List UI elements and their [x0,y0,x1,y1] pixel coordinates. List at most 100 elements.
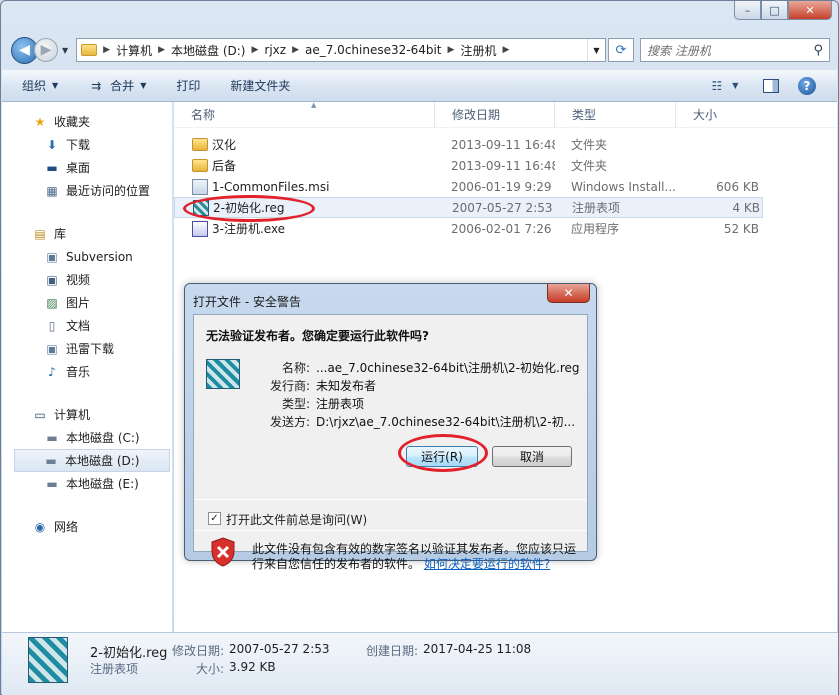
chevron-right-icon[interactable]: ▶ [448,45,455,55]
minimize-button[interactable]: – [734,1,761,20]
details-pane: 2-初始化.reg 注册表项 修改日期: 2007-05-27 2:53 大小:… [2,632,838,695]
file-name: 1-CommonFiles.msi [212,179,330,194]
library-folder-icon: ▣ [46,249,58,264]
sidebar-item-drive-c[interactable]: ▬ 本地磁盘 (C:) [2,426,172,449]
maximize-button[interactable]: □ [761,1,788,20]
details-created-value: 2017-04-25 11:08 [423,642,532,656]
dialog-body: 无法验证发布者。您确定要运行此软件吗? 名称: ...ae_7.0chinese… [193,314,588,571]
file-row-exe[interactable]: 3-注册机.exe 2006-02-01 7:26 应用程序 52 KB [174,218,837,239]
preview-pane-button[interactable] [757,75,785,97]
sidebar-item-computer[interactable]: ▭ 计算机 [2,403,172,426]
print-label: 打印 [176,79,201,93]
prop-name-value: ...ae_7.0chinese32-64bit\注册机\2-初始化.reg [316,361,580,375]
print-button[interactable]: 打印 [176,77,200,94]
caret-down-icon: ▼ [732,81,739,90]
breadcrumb-computer[interactable]: 计算机 [116,42,152,59]
organize-button[interactable]: 组织 ▼ [22,77,58,94]
sidebar-item-network[interactable]: ◉ 网络 [2,515,172,538]
sidebar-label: 音乐 [66,365,91,379]
sidebar-item-recent-places[interactable]: ▦ 最近访问的位置 [2,179,172,202]
column-name[interactable]: 名称 [174,101,435,128]
view-options-button[interactable]: ☷ ▼ [711,75,739,97]
sidebar-label: 图片 [66,296,91,310]
file-date: 2013-09-11 16:48 [451,137,555,152]
sidebar-item-drive-e[interactable]: ▬ 本地磁盘 (E:) [2,472,172,495]
annotation-ring-file [183,195,315,222]
forward-button[interactable]: ▶ [34,38,58,62]
dialog-title: 打开文件 - 安全警告 [193,295,301,309]
how-to-decide-link[interactable]: 如何决定要运行的软件? [424,557,550,571]
file-type: 注册表项 [572,201,621,215]
file-row-msi[interactable]: 1-CommonFiles.msi 2006-01-19 9:29 Window… [174,176,837,197]
star-icon: ★ [34,114,46,129]
file-size: 606 KB [716,179,759,194]
sidebar-label: 桌面 [66,161,91,175]
breadcrumb-rjxz[interactable]: rjxz [264,43,286,57]
sidebar-label: 视频 [66,273,91,287]
document-icon: ▯ [48,318,56,333]
dialog-separator [194,499,587,500]
security-warning-dialog: 打开文件 - 安全警告 ✕ 无法验证发布者。您确定要运行此软件吗? 名称: ..… [184,283,597,571]
sidebar-item-pictures[interactable]: ▨ 图片 [2,291,172,314]
chevron-right-icon[interactable]: ▶ [103,45,110,55]
organize-label: 组织 [22,79,47,93]
sidebar-item-documents[interactable]: ▯ 文档 [2,314,172,337]
help-button[interactable]: ? [793,75,821,97]
search-input[interactable]: 搜索 注册机 ⚲ [640,38,830,62]
sidebar-label: 最近访问的位置 [66,184,151,198]
installer-icon [192,178,208,195]
include-button[interactable]: ⇉ 合并 ▼ [88,77,146,94]
view-list-icon: ☷ [711,78,723,93]
breadcrumb-ae[interactable]: ae_7.0chinese32-64bit [305,43,442,57]
chevron-right-icon[interactable]: ▶ [158,45,165,55]
command-bar: 组织 ▼ ⇉ 合并 ▼ 打印 新建文件夹 ☷ ▼ ? [2,70,837,102]
chevron-right-icon[interactable]: ▶ [292,45,299,55]
search-placeholder: 搜索 注册机 [647,43,711,58]
file-row-backup[interactable]: 后备 2013-09-11 16:48 文件夹 [174,155,837,176]
column-date[interactable]: 修改日期 [435,101,555,128]
dialog-close-button[interactable]: ✕ [547,284,590,303]
music-icon: ♪ [48,364,56,379]
video-icon: ▣ [46,272,58,287]
address-dropdown-icon[interactable]: ▼ [587,39,605,61]
chevron-right-icon[interactable]: ▶ [251,45,258,55]
search-icon[interactable]: ⚲ [813,43,823,58]
chevron-right-icon[interactable]: ▶ [502,45,509,55]
new-folder-button[interactable]: 新建文件夹 [230,77,290,94]
refresh-button[interactable]: ⟳ [608,38,634,62]
sort-ascending-icon: ▲ [311,101,317,109]
recent-pages-dropdown-icon[interactable]: ▼ [62,46,68,55]
cancel-button[interactable]: 取消 [492,446,572,467]
drive-icon: ▬ [45,453,57,468]
details-filename: 2-初始化.reg [90,646,168,661]
sidebar-item-downloads[interactable]: ⬇ 下载 [2,133,172,156]
warning-text: 此文件没有包含有效的数字签名以验证其发布者。您应该只运行来自您信任的发布者的软件… [252,542,582,572]
file-size: 52 KB [723,221,759,236]
sidebar-label: 本地磁盘 (E:) [66,477,139,491]
breadcrumb-drive-d[interactable]: 本地磁盘 (D:) [171,42,245,59]
sidebar-item-thunder-downloads[interactable]: ▣ 迅雷下载 [2,337,172,360]
column-type[interactable]: 类型 [555,101,676,128]
sidebar-item-favorites[interactable]: ★ 收藏夹 [2,110,172,133]
column-size[interactable]: 大小 [676,102,756,128]
navigation-pane: ★ 收藏夹 ⬇ 下载 ▬ 桌面 ▦ 最近访问的位置 ▤ 库 ▣ Subversi… [2,102,173,632]
file-name: 汉化 [212,138,237,152]
file-type: 文件夹 [571,159,608,173]
file-name: 3-注册机.exe [212,222,286,236]
sidebar-item-libraries[interactable]: ▤ 库 [2,222,172,245]
sidebar-item-music[interactable]: ♪ 音乐 [2,360,172,383]
caption-buttons: – □ ✕ [734,1,832,20]
details-modified-value: 2007-05-27 2:53 [229,642,330,656]
dialog-heading: 无法验证发布者。您确定要运行此软件吗? [206,329,429,343]
address-bar[interactable]: ▶ 计算机 ▶ 本地磁盘 (D:) ▶ rjxz ▶ ae_7.0chinese… [76,38,606,62]
details-created-label: 创建日期: [366,644,419,658]
always-ask-checkbox[interactable]: ✓ [208,512,221,525]
sidebar-item-subversion[interactable]: ▣ Subversion [2,245,172,268]
file-row-hanhua[interactable]: 汉化 2013-09-11 16:48 文件夹 [174,134,837,155]
sidebar-item-videos[interactable]: ▣ 视频 [2,268,172,291]
breadcrumb-keygen[interactable]: 注册机 [460,42,496,59]
sidebar-item-desktop[interactable]: ▬ 桌面 [2,156,172,179]
navigation-bar: ◀ ▶ ▼ ▶ 计算机 ▶ 本地磁盘 (D:) ▶ rjxz ▶ ae_7.0c… [11,35,830,65]
close-button[interactable]: ✕ [788,1,832,20]
sidebar-item-drive-d[interactable]: ▬ 本地磁盘 (D:) [14,449,170,472]
